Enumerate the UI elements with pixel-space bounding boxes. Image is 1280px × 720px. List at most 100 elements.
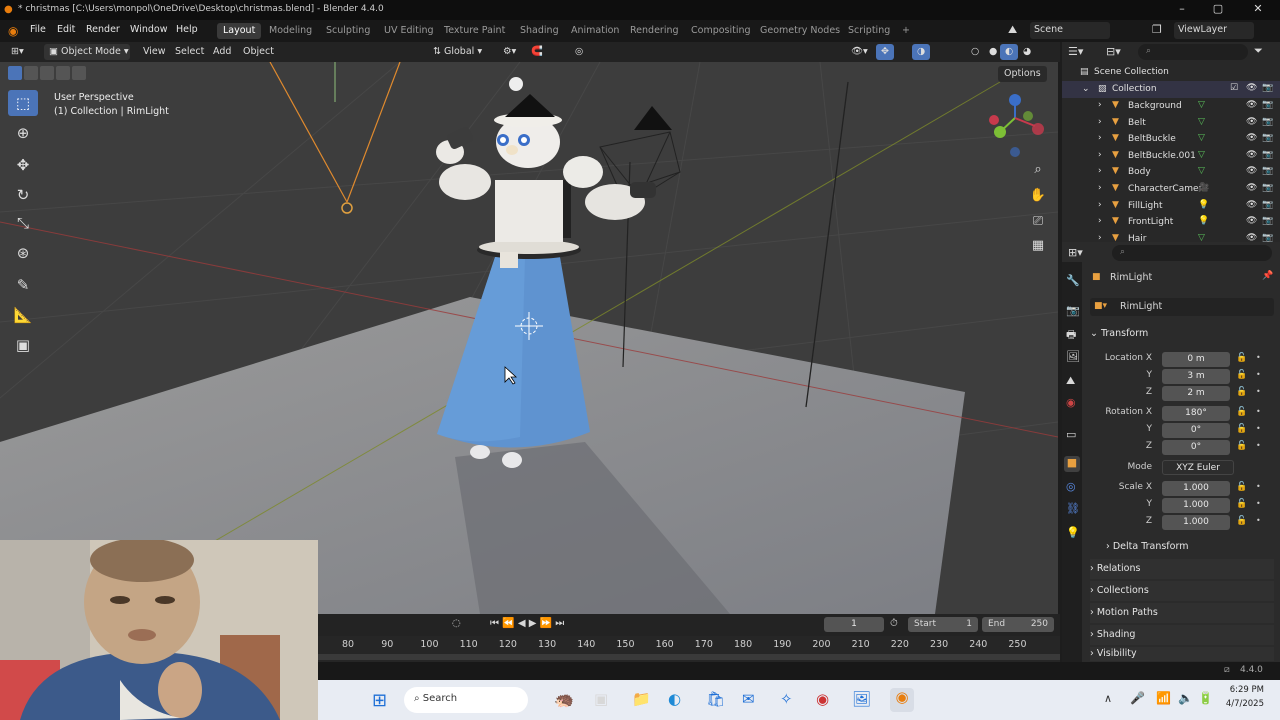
close-button[interactable]: ✕ [1244,2,1272,18]
keyframe-dot-icon[interactable]: • [1256,353,1261,362]
proportional-edit-icon[interactable]: ◎ [570,44,588,60]
annotate-icon[interactable]: ✎ [8,272,38,298]
render-camera-icon[interactable]: 📷 [1262,233,1273,242]
minimize-button[interactable]: – [1168,2,1196,18]
move-icon[interactable]: ✥ [8,152,38,178]
viewlayer-selector[interactable]: ViewLayer [1174,22,1254,39]
outlook-icon[interactable]: ✉ [742,690,755,708]
keyframe-dot-icon[interactable]: • [1256,499,1261,508]
select-mode-subtract-icon[interactable] [40,66,54,80]
shading-wireframe-icon[interactable]: ○ [966,44,984,60]
overlay-toggle-icon[interactable]: ◑ [912,44,931,60]
expand-arrow-icon[interactable]: › [1098,200,1102,210]
location-z-field[interactable]: 2 m [1162,386,1230,401]
section-collections[interactable]: › Collections [1090,581,1274,601]
gizmo-toggle-icon[interactable]: ✥ [876,44,894,60]
rotation-z-field[interactable]: 0° [1162,440,1230,455]
eye-icon[interactable]: 👁 [1246,133,1257,143]
select-box-icon[interactable]: ⬚ [8,90,38,116]
keyframe-dot-icon[interactable]: • [1256,407,1261,416]
outliner-row-beltbuckle-001[interactable]: › ▼ BeltBuckle.001 ▽ 👁 📷 [1062,148,1280,165]
mode-selector[interactable]: ▣ Object Mode ▾ [44,44,130,60]
measure-icon[interactable]: 📐 [8,302,38,328]
outliner-search-input[interactable]: ⌕ [1138,44,1248,60]
render-camera-icon[interactable]: 📷 [1262,216,1273,226]
taskbar-search[interactable]: ⌕ Search [404,687,528,713]
menu-window[interactable]: Window [130,24,167,35]
lock-icon[interactable]: 🔓 [1236,482,1247,492]
render-camera-icon[interactable]: 📷 [1262,150,1273,160]
render-camera-icon[interactable]: 📷 [1262,166,1273,176]
location-x-field[interactable]: 0 m [1162,352,1230,367]
outliner-editor-icon[interactable]: ☰▾ [1068,45,1083,58]
expand-arrow-icon[interactable]: › [1098,100,1102,110]
outliner-row-scene-collection[interactable]: ▤ Scene Collection [1062,64,1280,81]
rotation-mode-dropdown[interactable]: XYZ Euler [1162,460,1234,475]
3d-viewport[interactable]: User Perspective (1) Collection | RimLig… [0,62,1058,614]
rotation-y-field[interactable]: 0° [1162,423,1230,438]
jump-end-icon[interactable]: ⏭ [555,618,564,629]
outliner-row-frontlight[interactable]: › ▼ FrontLight 💡 👁 📷 [1062,214,1280,231]
view-layer-tab-icon[interactable]: 🖼 [1066,350,1080,363]
maximize-button[interactable]: ▢ [1204,2,1232,18]
volume-icon[interactable]: 🔈 [1178,691,1193,705]
section-visibility[interactable]: › Visibility [1090,647,1274,661]
section-relations[interactable]: › Relations [1090,559,1274,579]
eye-icon[interactable]: 👁 [1246,117,1257,127]
keyframe-dot-icon[interactable]: • [1256,370,1261,379]
eye-icon[interactable]: 👁 [1246,216,1257,226]
select-mode-new-icon[interactable] [8,66,22,80]
editor-type-icon[interactable]: ⊞▾ [6,44,29,60]
visibility-icon[interactable]: 👁▾ [846,44,873,60]
play-reverse-icon[interactable]: ◀ [518,618,526,629]
render-camera-icon[interactable]: 📷 [1262,100,1273,110]
select-mode-invert-icon[interactable] [56,66,70,80]
scale-x-field[interactable]: 1.000 [1162,481,1230,496]
scale-y-field[interactable]: 1.000 [1162,498,1230,513]
outliner-row-filllight[interactable]: › ▼ FillLight 💡 👁 📷 [1062,198,1280,215]
taskbar-time[interactable]: 6:29 PM [1218,685,1264,695]
add-cube-icon[interactable]: ▣ [8,332,38,358]
menu-file[interactable]: File [30,24,46,35]
object-tab-icon[interactable]: ■ [1064,456,1080,472]
grid-ortho-icon[interactable]: ▦ [1026,234,1050,258]
expand-arrow-icon[interactable]: › [1098,133,1102,143]
blender-taskbar-icon[interactable]: ◉ [890,688,914,712]
eye-icon[interactable]: 👁 [1246,100,1257,110]
copilot-icon[interactable]: ✧ [780,690,793,708]
shading-material-icon[interactable]: ◐ [1000,44,1019,60]
section-transform[interactable]: ⌄ Transform [1090,324,1274,344]
section-motion-paths[interactable]: › Motion Paths [1090,603,1274,623]
lock-icon[interactable]: 🔓 [1236,424,1247,434]
snap-icon[interactable]: 🧲 [526,44,548,60]
workspace-tab-animation[interactable]: Animation [565,23,625,39]
menu-edit[interactable]: Edit [57,24,75,35]
scene-icon[interactable]: ⛰ [1008,23,1026,39]
workspace-tab-shading[interactable]: Shading [514,23,565,39]
outliner-row-beltbuckle[interactable]: › ▼ BeltBuckle ▽ 👁 📷 [1062,131,1280,148]
data-name-field[interactable]: ■▾ RimLight [1090,298,1274,316]
expand-arrow-icon[interactable]: ⌄ [1082,84,1090,94]
lock-icon[interactable]: 🔓 [1236,370,1247,380]
scene-tab-icon[interactable]: ⛰ [1066,374,1075,388]
shading-rendered-icon[interactable]: ◕ [1018,44,1036,60]
windows-start-icon[interactable]: ⊞ [372,690,387,711]
light-data-tab-icon[interactable]: 💡 [1066,526,1080,539]
tool-tab-icon[interactable]: 🔧 [1066,274,1080,287]
pivot-icon[interactable]: ⚙▾ [498,44,521,60]
chrome-icon[interactable]: ◉ [816,690,829,708]
eye-icon[interactable]: 👁 [1246,166,1257,176]
menu-select[interactable]: Select [170,44,209,60]
eye-icon[interactable]: 👁 [1246,83,1257,93]
viewlayer-icon[interactable]: ❐ [1152,23,1162,36]
hand-pan-icon[interactable]: ✋ [1026,184,1050,208]
expand-arrow-icon[interactable]: › [1098,166,1102,176]
battery-icon[interactable]: 🔋 [1198,691,1213,705]
workspace-tab-scripting[interactable]: Scripting [842,23,896,39]
keyframe-dot-icon[interactable]: • [1256,482,1261,491]
lock-icon[interactable]: 🔓 [1236,516,1247,526]
next-keyframe-icon[interactable]: ⏩ [540,618,552,629]
workspace-tab-texture-paint[interactable]: Texture Paint [438,23,511,39]
outliner-row-background[interactable]: › ▼ Background ▽ 👁 📷 [1062,98,1280,115]
checkbox-icon[interactable]: ☑ [1230,83,1238,93]
